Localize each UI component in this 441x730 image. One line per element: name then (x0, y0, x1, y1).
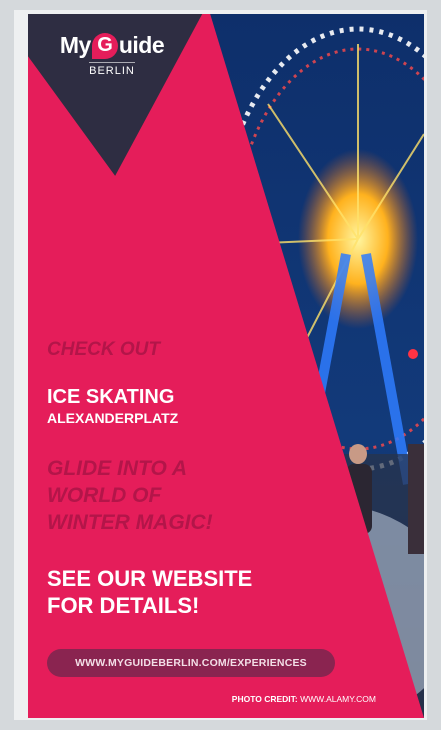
photo-credit: PHOTO CREDIT: WWW.ALAMY.COM (232, 694, 376, 704)
event-title: ICE SKATING (47, 386, 175, 408)
myguide-logo[interactable]: My G uide BERLIN (52, 32, 172, 79)
logo-city: BERLIN (89, 62, 135, 77)
event-location: ALEXANDERPLATZ (47, 410, 179, 426)
tagline-text: GLIDE INTO A WORLD OF WINTER MAGIC! (47, 457, 213, 534)
cta-text: SEE OUR WEBSITE FOR DETAILS! (47, 566, 253, 618)
credit-site: WWW.ALAMY.COM (300, 694, 376, 704)
logo-text-uide: uide (118, 32, 165, 58)
logo-wordmark: My G uide (52, 32, 172, 59)
promo-poster[interactable]: My G uide BERLIN CHECK OUT ICE SKATING A… (28, 14, 424, 718)
website-url-button[interactable]: WWW.MYGUIDEBERLIN.COM/EXPERIENCES (47, 649, 335, 677)
logo-text-my: My (59, 32, 91, 58)
credit-label: PHOTO CREDIT: (231, 694, 298, 704)
map-pin-g-icon: G (91, 32, 118, 59)
kicker-text: CHECK OUT (47, 339, 160, 360)
